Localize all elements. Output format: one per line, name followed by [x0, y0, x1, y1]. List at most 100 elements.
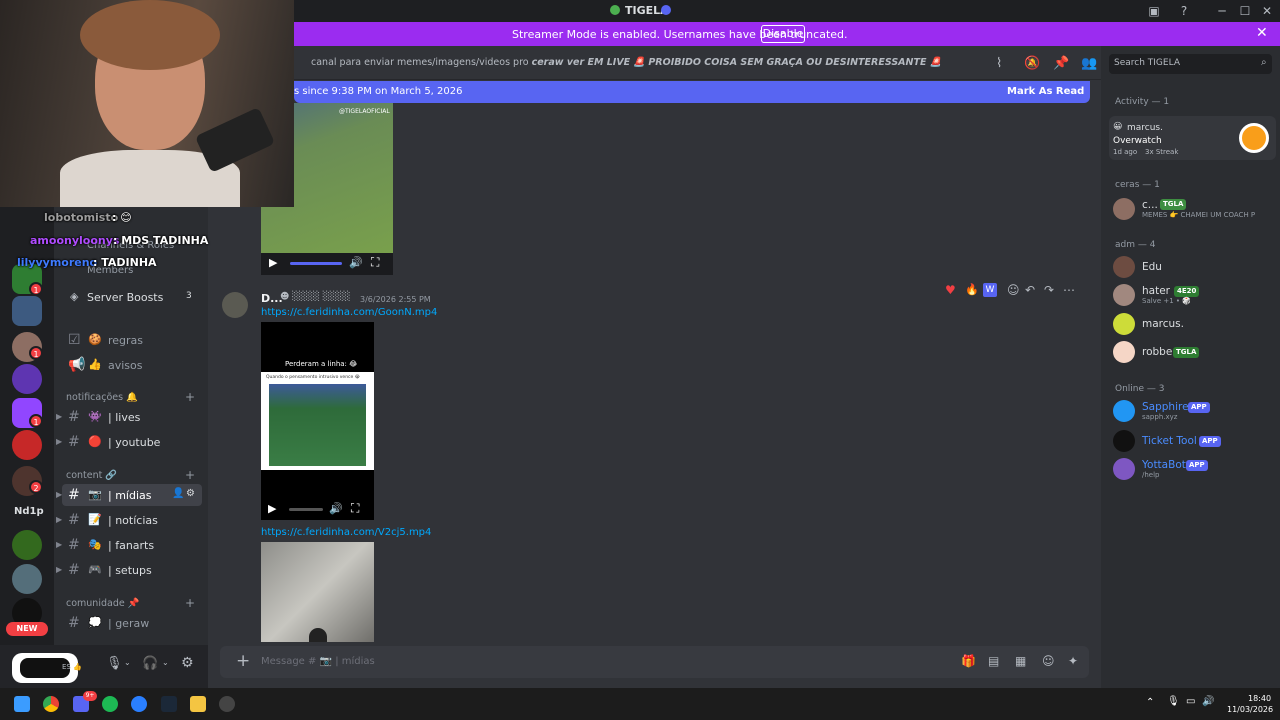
headphones-icon[interactable]: 🎧	[142, 656, 158, 671]
video-progress-bar[interactable]	[289, 508, 323, 511]
volume-tray-icon[interactable]: 🔊	[1202, 696, 1214, 707]
member-item[interactable]: YottaBot APP /help	[1113, 456, 1273, 482]
taskbar-date[interactable]: 11/03/2026	[1227, 705, 1273, 714]
chrome-icon[interactable]	[43, 696, 59, 712]
channel-avisos[interactable]: 📢 👍 avisos	[62, 354, 202, 376]
category-content[interactable]: content 🔗	[66, 470, 117, 481]
taskbar-time[interactable]: 18:40	[1248, 694, 1271, 703]
channel-noticias[interactable]: ▶ # 📝 | notícias	[56, 509, 202, 531]
member-item[interactable]: Ticket Tool APP	[1113, 428, 1273, 454]
channel-fanarts[interactable]: ▶ # 🎭 | fanarts	[56, 534, 202, 556]
category-comunidade[interactable]: comunidade 📌	[66, 598, 140, 609]
close-banner-icon[interactable]: ✕	[1256, 25, 1268, 41]
member-item[interactable]: marcus.	[1113, 311, 1273, 337]
chevron-up-icon[interactable]: ⌃	[1146, 697, 1154, 708]
member-item[interactable]: robbe TGLA	[1113, 339, 1273, 365]
play-button-icon[interactable]	[309, 628, 327, 642]
mark-as-read-button[interactable]: Mark As Read	[1007, 86, 1084, 97]
server-icon-2[interactable]	[12, 296, 42, 326]
search-input[interactable]: Search TIGELA ⌕	[1109, 54, 1272, 74]
forward-icon[interactable]: ↷	[1044, 283, 1054, 297]
help-icon[interactable]: ?	[1176, 3, 1192, 19]
channel-topic[interactable]: canal para enviar memes/imagens/videos p…	[311, 57, 942, 68]
windows-start-icon[interactable]	[14, 696, 30, 712]
server-icon-9[interactable]	[12, 564, 42, 594]
chevron-down-icon[interactable]: ⌄	[162, 658, 169, 667]
reply-icon[interactable]: ↶	[1025, 283, 1035, 297]
search-placeholder[interactable]: Search TIGELA	[1114, 58, 1180, 68]
user-settings-icon[interactable]: ⚙	[181, 655, 194, 671]
video-player-2[interactable]: Perderam a linha: 😂 Quando o pensamento …	[261, 322, 374, 520]
message-composer[interactable]: + Message # 📷 | mídias 🎁 ▤ ▦ ☺ ✦	[220, 646, 1089, 678]
add-channel-icon[interactable]: +	[185, 596, 195, 610]
author-tag: ☻ ░░░░ ░░░░	[280, 292, 351, 302]
channel-setups[interactable]: ▶ # 🎮 | setups	[56, 559, 202, 581]
minimize-button[interactable]: ─	[1214, 3, 1230, 19]
server-icon-8[interactable]	[12, 530, 42, 560]
channel-geraw[interactable]: # 💭 | geraw	[62, 612, 202, 634]
video-progress-bar[interactable]	[290, 262, 342, 265]
server-boosts-item[interactable]: ◈ Server Boosts 3	[62, 286, 202, 308]
chevron-down-icon[interactable]: ⌄	[124, 658, 131, 667]
video-link-2[interactable]: https://c.feridinha.com/V2cj5.mp4	[261, 527, 431, 538]
member-item[interactable]: Sapphire APP sapph.xyz	[1113, 398, 1273, 424]
more-options-icon[interactable]: ⋯	[1063, 283, 1075, 297]
new-messages-bar[interactable]: s since 9:38 PM on March 5, 2026 Mark As…	[294, 81, 1090, 103]
fullscreen-icon[interactable]: ⛶	[371, 255, 379, 270]
author-avatar[interactable]	[222, 292, 248, 318]
play-icon[interactable]: ▶	[269, 256, 277, 269]
close-button[interactable]: ✕	[1259, 3, 1275, 19]
channel-lives[interactable]: ▶ # 👾 | lives	[56, 406, 202, 428]
category-notificacoes[interactable]: notificações 🔔	[66, 392, 138, 403]
activity-card[interactable]: 😀 marcus. Overwatch 1d ago 3x Streak	[1109, 116, 1276, 160]
app-icon[interactable]	[131, 696, 147, 712]
disable-streamer-button[interactable]: Disable	[761, 25, 805, 43]
network-icon[interactable]: ▭	[1186, 696, 1195, 707]
add-channel-icon[interactable]: +	[185, 390, 195, 404]
composer-placeholder[interactable]: Message # 📷 | mídias	[261, 656, 375, 667]
channel-youtube[interactable]: ▶ # 🔴 | youtube	[56, 431, 202, 453]
apps-icon[interactable]: ✦	[1068, 654, 1082, 668]
member-item[interactable]: Edu	[1113, 254, 1273, 280]
video-player-3[interactable]	[261, 542, 374, 642]
obs-icon[interactable]	[219, 696, 235, 712]
channel-midias-selected[interactable]: ▶ # 📷 | mídias 👤 ⚙	[56, 484, 202, 506]
server-icon-4[interactable]	[12, 364, 42, 394]
server-label[interactable]: Nd1p	[14, 506, 44, 517]
file-explorer-icon[interactable]	[190, 696, 206, 712]
sticker-icon[interactable]: ▦	[1015, 654, 1029, 668]
threads-icon[interactable]: ⌇	[996, 56, 1002, 71]
maximize-button[interactable]: ☐	[1237, 3, 1253, 19]
heart-reaction-icon[interactable]: ♥	[945, 283, 956, 297]
attach-plus-icon[interactable]: +	[236, 651, 250, 671]
server-icon-6[interactable]	[12, 430, 42, 460]
gif-icon[interactable]: ▤	[988, 654, 1002, 668]
avatar	[1113, 341, 1135, 363]
search-icon[interactable]: ⌕	[1261, 57, 1267, 68]
member-item[interactable]: c... TGLA MEMES 👉 CHAMEI UM COACH P	[1113, 196, 1273, 222]
gift-icon[interactable]: 🎁	[961, 654, 976, 668]
invite-icon[interactable]: 👤	[172, 488, 184, 499]
volume-icon[interactable]: 🔊	[349, 256, 363, 269]
w-reaction-icon[interactable]: W	[983, 283, 997, 297]
microphone-icon[interactable]: 🎙	[106, 656, 123, 671]
pin-icon[interactable]: 📌	[1053, 56, 1069, 71]
emoji-icon[interactable]: ☺	[1042, 654, 1056, 668]
video-link-1[interactable]: https://c.feridinha.com/GoonN.mp4	[261, 307, 437, 318]
rules-icon: ☑	[68, 332, 81, 348]
spotify-icon[interactable]	[102, 696, 118, 712]
channel-regras[interactable]: ☑ 🍪 regras	[62, 329, 202, 351]
play-icon[interactable]: ▶	[268, 502, 276, 515]
add-channel-icon[interactable]: +	[185, 468, 195, 482]
volume-icon[interactable]: 🔊	[329, 502, 343, 515]
fullscreen-icon[interactable]: ⛶	[351, 501, 359, 516]
fire-reaction-icon[interactable]: 🔥	[965, 283, 979, 296]
add-reaction-icon[interactable]: ☺	[1007, 283, 1020, 297]
settings-gear-icon[interactable]: ⚙	[186, 488, 195, 499]
notification-bell-icon[interactable]: 🔕	[1024, 56, 1040, 71]
member-item[interactable]: hater 4E20 Salve +1 • 🎲	[1113, 282, 1273, 308]
mic-tray-icon[interactable]: 🎙	[1167, 696, 1180, 707]
steam-icon[interactable]	[161, 696, 177, 712]
inbox-icon[interactable]: ▣	[1146, 3, 1162, 19]
member-list-icon[interactable]: 👥	[1081, 56, 1097, 71]
